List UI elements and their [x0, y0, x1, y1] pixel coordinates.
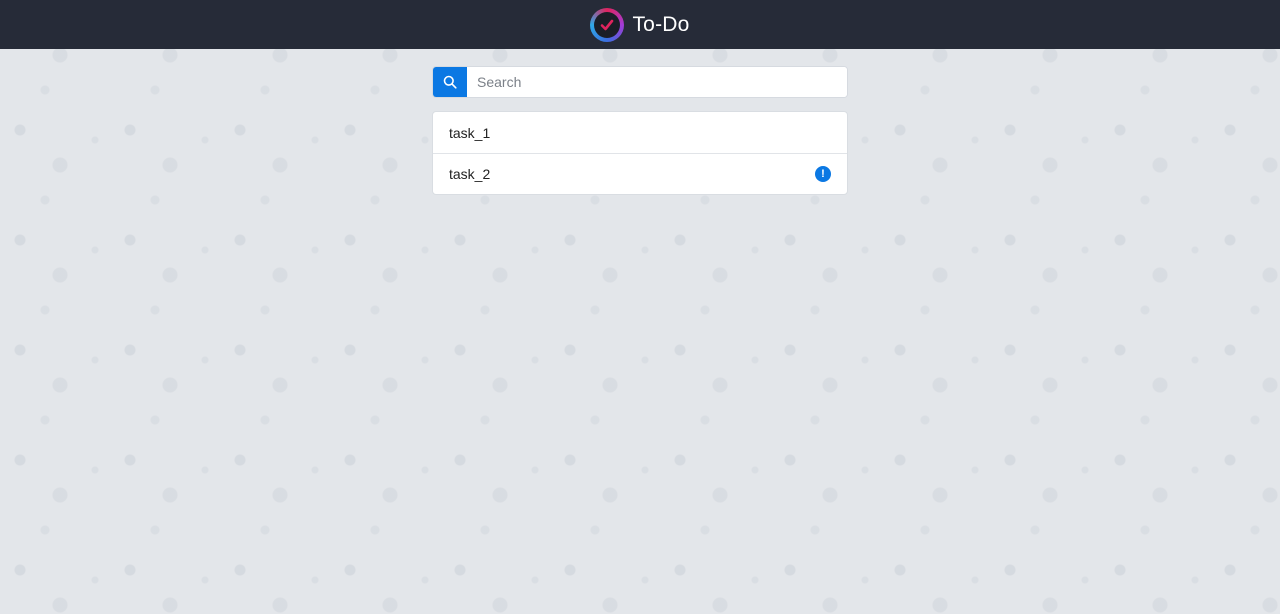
task-item[interactable]: task_1: [433, 112, 847, 153]
task-item[interactable]: task_2 !: [433, 153, 847, 194]
search-bar: [432, 66, 848, 98]
search-button[interactable]: [433, 67, 467, 97]
checkmark-logo-icon: [590, 7, 625, 42]
search-icon: [443, 75, 457, 89]
task-label: task_2: [449, 166, 491, 182]
search-input[interactable]: [467, 67, 847, 97]
top-bar: To-Do: [0, 0, 1280, 49]
important-alert-icon[interactable]: !: [815, 166, 831, 182]
task-label: task_1: [449, 124, 491, 141]
task-list: task_1 task_2 !: [432, 111, 848, 195]
app-title: To-Do: [632, 12, 690, 36]
